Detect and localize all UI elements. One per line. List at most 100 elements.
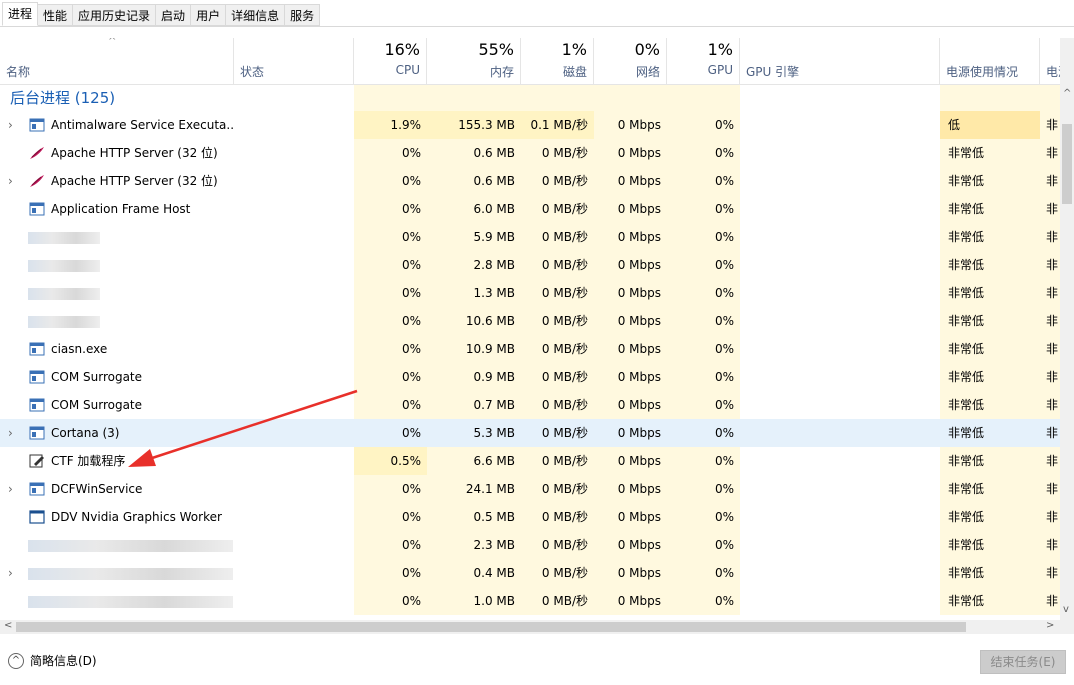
row-power-usage: 非常低 <box>940 587 1040 615</box>
group-header-background[interactable]: 后台进程 (125) <box>0 85 1060 113</box>
row-gpu: 0% <box>667 167 740 195</box>
vertical-scroll-thumb[interactable] <box>1062 124 1072 204</box>
table-row[interactable]: › Cortana (3) 0% 5.3 MB 0 MB/秒 0 Mbps 0% 非常低非 <box>0 419 1060 447</box>
row-memory: 2.8 MB <box>427 251 521 279</box>
tab-services[interactable]: 服务 <box>285 4 321 26</box>
row-cpu: 0% <box>354 475 427 503</box>
table-row[interactable]: 0% 10.6 MB 0 MB/秒 0 Mbps 0% 非常低非 <box>0 307 1060 335</box>
horizontal-scroll-thumb[interactable] <box>16 622 966 632</box>
process-name: CTF 加载程序 <box>51 454 126 468</box>
redacted-name-blur <box>28 568 233 580</box>
row-network: 0 Mbps <box>594 475 667 503</box>
table-row[interactable]: › Apache HTTP Server (32 位) 0% 0.6 MB 0 MB/秒… <box>0 167 1060 195</box>
row-gpu: 0% <box>667 559 740 587</box>
expand-chevron-icon[interactable]: › <box>8 559 13 587</box>
row-power-usage: 非常低 <box>940 223 1040 251</box>
tab-startup[interactable]: 启动 <box>156 4 192 26</box>
redacted-name-blur <box>28 260 100 272</box>
table-row[interactable]: 0% 1.3 MB 0 MB/秒 0 Mbps 0% 非常低非 <box>0 279 1060 307</box>
row-memory: 5.9 MB <box>427 223 521 251</box>
disk-total-percent: 1% <box>561 40 587 59</box>
table-row[interactable]: 0% 2.8 MB 0 MB/秒 0 Mbps 0% 非常低非 <box>0 251 1060 279</box>
process-name: Antimalware Service Executa... <box>51 118 234 132</box>
row-power-usage: 非常低 <box>948 426 985 440</box>
row-network: 0 Mbps <box>594 531 667 559</box>
table-row[interactable]: COM Surrogate 0% 0.9 MB 0 MB/秒 0 Mbps 0% 非常低非 <box>0 363 1060 391</box>
row-power-trend: 非 <box>1040 475 1060 503</box>
process-name: Apache HTTP Server (32 位) <box>51 174 218 188</box>
column-header-power-trend[interactable]: 电源 <box>1040 38 1060 84</box>
tab-details[interactable]: 详细信息 <box>226 4 286 26</box>
row-network: 0 Mbps <box>594 167 667 195</box>
sort-ascending-icon: ^ <box>108 38 117 47</box>
tab-app-history[interactable]: 应用历史记录 <box>73 4 157 26</box>
column-header-memory[interactable]: 55% 内存 <box>427 38 521 84</box>
column-name-label: 名称 <box>6 65 31 79</box>
column-header-status[interactable]: 状态 <box>234 38 354 84</box>
row-memory: 6.0 MB <box>427 195 521 223</box>
table-row[interactable]: DDV Nvidia Graphics Worker 0% 0.5 MB 0 MB/秒… <box>0 503 1060 531</box>
row-power-usage: 非常低 <box>940 503 1040 531</box>
tab-performance[interactable]: 性能 <box>38 4 74 26</box>
row-power-usage: 非常低 <box>940 559 1040 587</box>
end-task-button[interactable]: 结束任务(E) <box>980 650 1066 674</box>
process-name: ciasn.exe <box>51 342 108 356</box>
scroll-down-icon[interactable]: v <box>1063 604 1069 615</box>
process-name: COM Surrogate <box>51 370 143 384</box>
gpu-total-percent: 1% <box>707 40 733 59</box>
table-row[interactable]: 0% 1.0 MB 0 MB/秒 0 Mbps 0% 非常低非 <box>0 587 1060 615</box>
table-row[interactable]: COM Surrogate 0% 0.7 MB 0 MB/秒 0 Mbps 0% 非常低非 <box>0 391 1060 419</box>
scroll-up-icon[interactable]: ^ <box>1063 88 1071 99</box>
row-memory: 10.9 MB <box>427 335 521 363</box>
fewer-details-button[interactable]: ^ 简略信息(D) <box>8 652 97 669</box>
row-cpu: 0% <box>354 167 427 195</box>
vertical-scrollbar[interactable]: ^ v <box>1060 38 1074 634</box>
row-power-trend: 非 <box>1040 587 1060 615</box>
scroll-right-icon[interactable]: > <box>1046 620 1054 631</box>
row-cpu: 0% <box>354 391 427 419</box>
column-header-disk[interactable]: 1% 磁盘 <box>521 38 594 84</box>
column-header-gpu[interactable]: 1% GPU <box>667 38 740 84</box>
column-header-power[interactable]: 电源使用情况 <box>940 38 1040 84</box>
group-title: 后台进程 (125) <box>10 89 116 107</box>
table-row[interactable]: 0% 5.9 MB 0 MB/秒 0 Mbps 0% 非常低非 <box>0 223 1060 251</box>
row-memory: 24.1 MB <box>427 475 521 503</box>
tab-bar: 进程 性能 应用历史记录 启动 用户 详细信息 服务 <box>2 2 321 26</box>
tab-divider <box>0 26 1074 27</box>
table-row[interactable]: 0% 2.3 MB 0 MB/秒 0 Mbps 0% 非常低非 <box>0 531 1060 559</box>
column-header-name[interactable]: ^ 名称 <box>0 38 234 84</box>
column-header-network[interactable]: 0% 网络 <box>594 38 667 84</box>
collapse-chevron-icon: ^ <box>8 652 24 669</box>
column-header-cpu[interactable]: 16% CPU <box>354 38 427 84</box>
row-network: 0 Mbps <box>617 426 661 440</box>
row-power-trend: 非 <box>1040 559 1060 587</box>
scroll-left-icon[interactable]: < <box>4 620 12 631</box>
row-network: 0 Mbps <box>594 335 667 363</box>
row-power-trend: 非 <box>1040 279 1060 307</box>
column-status-label: 状态 <box>240 65 265 79</box>
table-row[interactable]: CTF 加载程序 0.5% 6.6 MB 0 MB/秒 0 Mbps 0% 非常低非 <box>0 447 1060 475</box>
memory-label: 内存 <box>489 65 514 79</box>
group-cpu-bg <box>354 85 427 113</box>
row-memory: 6.6 MB <box>427 447 521 475</box>
table-row[interactable]: ciasn.exe 0% 10.9 MB 0 MB/秒 0 Mbps 0% 非常低非 <box>0 335 1060 363</box>
row-gpu: 0% <box>667 391 740 419</box>
row-memory: 0.4 MB <box>427 559 521 587</box>
row-memory: 0.6 MB <box>427 167 521 195</box>
column-header-gpu-engine[interactable]: GPU 引擎 <box>740 38 940 84</box>
row-cpu: 0% <box>354 531 427 559</box>
table-row[interactable]: › Antimalware Service Executa... 1.9% 155.3… <box>0 111 1060 139</box>
row-gpu: 0% <box>667 447 740 475</box>
row-power-usage: 非常低 <box>940 307 1040 335</box>
group-net-bg <box>594 85 667 113</box>
table-row[interactable]: › DCFWinService 0% 24.1 MB 0 MB/秒 0 Mbps 0% 非常低… <box>0 475 1060 503</box>
tab-users[interactable]: 用户 <box>191 4 227 26</box>
row-gpu: 0% <box>667 335 740 363</box>
tab-processes[interactable]: 进程 <box>2 2 39 26</box>
table-row[interactable]: › 0% 0.4 MB 0 MB/秒 0 Mbps 0% 非常低非 <box>0 559 1060 587</box>
redacted-name-blur <box>28 288 100 300</box>
table-row[interactable]: Application Frame Host 0% 6.0 MB 0 MB/秒 0 Mb… <box>0 195 1060 223</box>
row-gpu: 0% <box>667 279 740 307</box>
horizontal-scrollbar[interactable]: < > <box>0 620 1060 634</box>
table-row[interactable]: Apache HTTP Server (32 位) 0% 0.6 MB 0 MB/秒 0… <box>0 139 1060 167</box>
